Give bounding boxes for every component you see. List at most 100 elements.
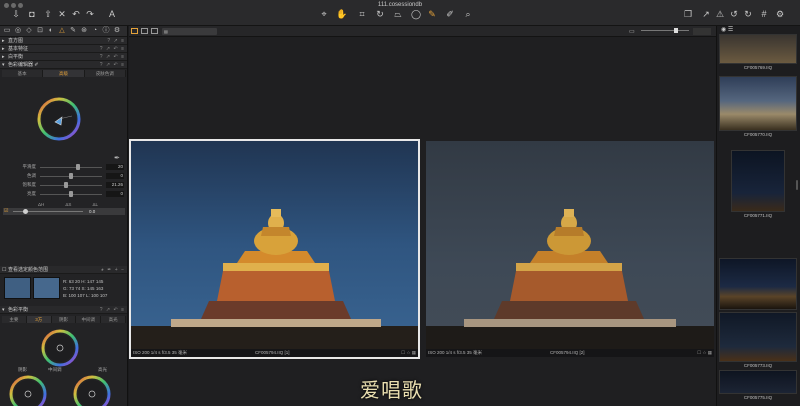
photo-variant-2[interactable]: ISO 200 1/4 s f/3.5 35 毫米 CF005794.IIQ [… — [426, 141, 714, 357]
slider-value-field[interactable]: 21.26 — [106, 182, 124, 188]
tab-highlights[interactable]: 高光 — [101, 316, 126, 323]
thumbnail-item[interactable]: CF005772.IIQ — [719, 258, 797, 318]
section-controls[interactable]: ? ↗ ↶ ≡ — [100, 45, 125, 53]
tab-midtones[interactable]: 中间调 — [76, 316, 102, 323]
slider-saturation[interactable]: 饱和度 21.26 — [0, 181, 127, 189]
tab-master[interactable]: 主要 — [2, 316, 27, 323]
zoom-field[interactable] — [693, 28, 711, 35]
camera-icon[interactable]: ◘ — [26, 9, 38, 20]
crop-icon[interactable]: ⌗ — [356, 9, 368, 20]
grid-icon[interactable]: # — [758, 9, 770, 20]
minimize-window-button[interactable] — [11, 3, 16, 8]
view-mode-select[interactable]: ▤ — [162, 28, 217, 35]
thumbnail-item[interactable]: CF005775.IIQ — [719, 370, 797, 402]
thumbnail-item[interactable]: CF005770.IIQ — [719, 76, 797, 139]
photo-info-icons[interactable]: ☐ ☆ ▦ — [697, 349, 712, 357]
slider-knob[interactable] — [69, 191, 73, 197]
section-controls[interactable]: ? ↗ ↶ ≡ — [100, 306, 125, 314]
tab-shadows[interactable]: 阴影 — [51, 316, 77, 323]
checkbox-icon[interactable]: ☐ — [2, 266, 6, 274]
section-color-balance[interactable]: ▾ 色彩平衡 ? ↗ ↶ ≡ — [0, 306, 127, 314]
slider-value-field[interactable]: 20 — [106, 164, 124, 170]
tab-basic[interactable]: 基本 — [2, 70, 44, 77]
exposure-warning-icon[interactable]: ⚠ — [714, 9, 726, 20]
slider-lightness[interactable]: 亮度 0 — [0, 190, 127, 198]
rotate-icon[interactable]: ↻ — [374, 9, 386, 20]
lens-tab-icon[interactable]: ◇ — [25, 27, 33, 35]
thumbnail-item[interactable]: CF005773.IIQ — [719, 312, 797, 370]
color-wheel[interactable] — [36, 96, 82, 142]
tab-skin-tone[interactable]: 皮肤色调 — [84, 70, 126, 77]
details-tab-icon[interactable]: ⊛ — [80, 27, 88, 35]
slider-value-field[interactable]: 0 — [106, 173, 124, 179]
eyedropper-icon[interactable]: ✒ — [114, 154, 120, 162]
settings-icon[interactable]: ⚙ — [774, 9, 786, 20]
shadow-wheel[interactable] — [8, 374, 48, 406]
export-icon[interactable]: ⇧ — [42, 9, 54, 20]
slider-knob[interactable] — [76, 164, 81, 170]
thumbnail-image — [731, 150, 785, 212]
output-tab-icon[interactable]: ⚙ — [113, 27, 121, 35]
filmstrip-scrollbar[interactable] — [796, 180, 798, 190]
spot-icon[interactable]: ◯ — [410, 9, 422, 20]
slider-hue[interactable]: 色调 0 — [0, 172, 127, 180]
import-icon[interactable]: ⇩ — [10, 9, 22, 20]
thumbnail-item[interactable]: CF005769.IIQ — [719, 34, 797, 72]
section-view-color-range[interactable]: ☐ 查看选定颜色范围 ◕ ✒ + − — [0, 266, 127, 274]
section-controls[interactable]: ? ↗ ↶ ≡ — [100, 61, 125, 69]
metadata-tab-icon[interactable]: ⓘ — [102, 27, 110, 35]
library-tab-icon[interactable]: ▭ — [3, 27, 11, 35]
eraser-icon[interactable]: ✐ — [444, 9, 456, 20]
slider-knob[interactable] — [69, 173, 73, 179]
capture-tab-icon[interactable]: ◎ — [14, 27, 22, 35]
zoom-window-button[interactable] — [18, 3, 23, 8]
cursor2-icon[interactable]: ↗ — [700, 9, 712, 20]
proof-icon[interactable]: ▭ — [629, 28, 635, 35]
compare-view-icon[interactable] — [151, 28, 158, 34]
slider-value-field[interactable]: 0 — [106, 191, 124, 197]
section-histogram[interactable]: ▸ 直方图 ? ↗ ≡ — [0, 37, 127, 45]
tab-advanced[interactable]: 高级 — [43, 70, 85, 77]
color-tab-icon[interactable]: △ — [58, 27, 66, 35]
thumbnail-item[interactable]: CF005771.IIQ — [719, 150, 797, 220]
tab-3way[interactable]: 3方 — [26, 316, 52, 323]
brush-icon[interactable]: ✎ — [426, 9, 438, 20]
pan-icon[interactable]: ✋ — [336, 9, 348, 20]
adjust-tab-icon[interactable]: ◔ — [91, 27, 99, 35]
keystone-icon[interactable]: ⏢ — [392, 9, 404, 20]
section-base-characteristics[interactable]: ▸ 基本特征 ? ↗ ↶ ≡ — [0, 45, 127, 53]
expand-arrow-icon: ▸ — [2, 54, 5, 60]
section-controls[interactable]: ? ↗ ↶ ≡ — [100, 53, 125, 61]
highlight-wheel[interactable] — [72, 374, 112, 406]
exposure-tab-icon[interactable]: ◐ — [47, 27, 55, 35]
midtone-wheel[interactable] — [40, 328, 80, 368]
rotate-right-icon[interactable]: ↻ — [742, 9, 754, 20]
delete-icon[interactable]: ✕ — [56, 9, 68, 20]
slider-knob[interactable] — [64, 182, 69, 188]
eye-icon[interactable]: ◉ ☰ — [721, 26, 733, 33]
rotate-left-icon[interactable]: ↺ — [728, 9, 740, 20]
layers-icon[interactable]: ❐ — [682, 9, 694, 20]
photo-variant-1[interactable]: ISO 200 1/4 s f/3.5 35 毫米 CF005794.IIQ [… — [129, 139, 420, 359]
enable-checkbox[interactable]: ☑ — [4, 208, 8, 214]
grid-view-icon[interactable] — [131, 28, 138, 34]
slider-smoothness[interactable]: 平滑度 20 — [0, 163, 127, 171]
composition-tab-icon[interactable]: ⊡ — [36, 27, 44, 35]
section-controls[interactable]: ? ↗ ≡ — [107, 37, 125, 45]
section-white-balance[interactable]: ▸ 白平衡 ? ↗ ↶ ≡ — [0, 53, 127, 61]
close-window-button[interactable] — [4, 3, 9, 8]
single-view-icon[interactable] — [141, 28, 148, 34]
cursor-icon[interactable]: ⌖ — [318, 9, 330, 20]
zoom-knob[interactable] — [674, 28, 678, 33]
local-tab-icon[interactable]: ✎ — [69, 27, 77, 35]
undo-icon[interactable]: ↶ — [70, 9, 82, 20]
section-controls[interactable]: ◕ ✒ + − — [101, 266, 125, 274]
delta-knob[interactable] — [23, 209, 28, 214]
picker-icon[interactable]: ⌕ — [462, 9, 474, 20]
redo-icon[interactable]: ↷ — [84, 9, 96, 20]
zoom-slider[interactable] — [641, 30, 689, 31]
text-icon[interactable]: A — [106, 9, 118, 20]
photo-info-icons[interactable]: ☐ ☆ ▦ — [401, 349, 416, 357]
section-color-editor[interactable]: ▾ 色彩编辑器 ✐ ? ↗ ↶ ≡ — [0, 61, 127, 69]
delta-range-bar[interactable]: ☑ 0.0 — [3, 208, 125, 215]
